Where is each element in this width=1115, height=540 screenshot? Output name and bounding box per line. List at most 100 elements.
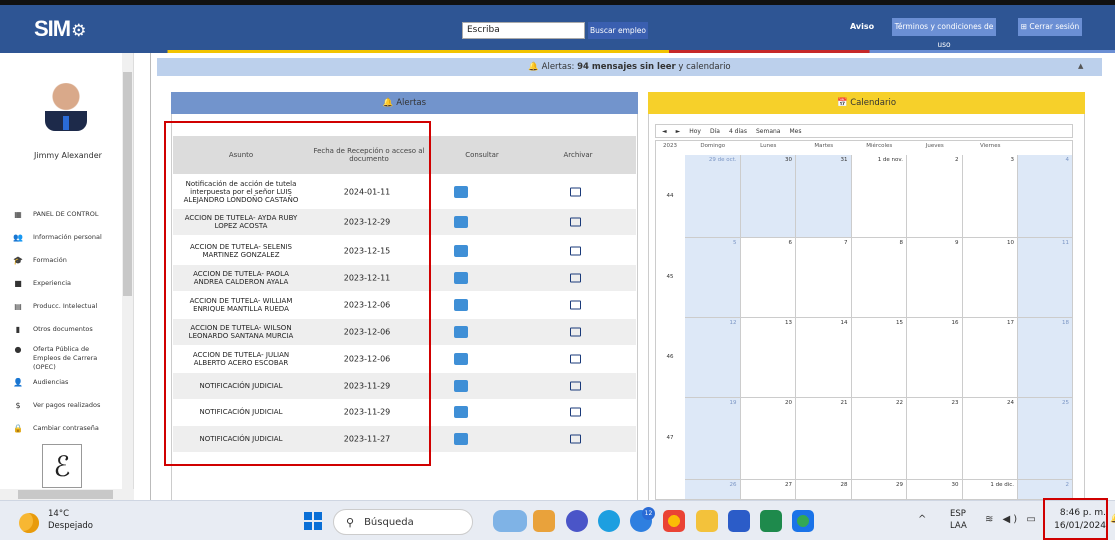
calendar-day-cell[interactable]: 11 [1018,238,1073,318]
folder-icon[interactable] [570,246,581,256]
calendar-day-cell[interactable]: 15 [851,318,907,398]
search-input[interactable]: Escriba [462,22,585,39]
sidebar-item-opec[interactable]: ● Oferta Pública de Empleos de Carrera (O… [13,345,123,371]
moon-weather-icon[interactable] [19,513,39,533]
folder-icon[interactable] [570,273,581,283]
sidebar-item-documentos[interactable]: ▮ Otros documentos [13,322,123,336]
calendar-day-cell[interactable]: 22 [851,398,907,480]
sidebar-item-produccion[interactable]: ▤ Producc. Intelectual [13,299,123,313]
weather-condition[interactable]: Despejado [48,521,93,531]
four-days-view-button[interactable]: 4 días [729,128,747,135]
sim-logo[interactable]: SIM⚙ [34,16,86,42]
sidebar-scroll-thumb[interactable] [123,72,132,296]
sidebar-item-experiencia[interactable]: ■ Experiencia [13,276,123,290]
calendar-day-cell[interactable]: 1 de nov. [851,155,907,238]
calendar-day-cell[interactable]: 6 [740,238,796,318]
calendar-day-cell[interactable]: 7 [796,238,852,318]
open-envelope-icon[interactable] [454,186,468,198]
windows-start-icon[interactable] [304,512,322,530]
calendar-day-cell[interactable]: 30 [740,155,796,238]
calendar-day-cell[interactable]: 24 [962,398,1018,480]
calendar-day-cell[interactable]: 5 [685,238,741,318]
edge-icon[interactable] [598,510,620,532]
calendar-day-cell[interactable]: 19 [685,398,741,480]
notifications-icon[interactable]: 🔔 [1110,514,1115,524]
sidebar-item-pagos[interactable]: $ Ver pagos realizados [13,398,123,412]
next-button[interactable]: ► [676,128,681,135]
word-icon[interactable] [728,510,750,532]
open-envelope-icon[interactable] [454,216,468,228]
folder-icon[interactable] [570,327,581,337]
calendar-day-cell[interactable]: 2 [907,155,963,238]
calendar-day-cell[interactable]: 20 [740,398,796,480]
meet-icon[interactable] [566,510,588,532]
folder-icon[interactable] [570,381,581,391]
open-envelope-icon[interactable] [454,353,468,365]
calendar-day-cell[interactable]: 31 [796,155,852,238]
today-button[interactable]: Hoy [689,128,701,135]
sidebar-item-formacion[interactable]: 🎓 Formación [13,253,123,267]
week-view-button[interactable]: Semana [756,128,781,135]
search-jobs-button[interactable]: Buscar empleo [588,22,648,39]
terms-button[interactable]: Términos y condiciones de uso [892,18,996,49]
store-icon[interactable] [533,510,555,532]
file-explorer-icon[interactable] [696,510,718,532]
calendar-day-cell[interactable]: 27 [740,480,796,500]
open-envelope-icon[interactable] [454,299,468,311]
calendar-day-cell[interactable]: 26 [685,480,741,500]
chrome-icon[interactable] [663,510,685,532]
calendar-day-cell[interactable]: 12 [685,318,741,398]
day-view-button[interactable]: Día [710,128,720,135]
calendar-day-cell[interactable]: 23 [907,398,963,480]
widgets-icon[interactable] [493,510,527,532]
tray-caret-icon[interactable]: ^ [918,514,926,525]
calendar-day-cell[interactable]: 16 [907,318,963,398]
calendar-day-cell[interactable]: 18 [1018,318,1073,398]
open-envelope-icon[interactable] [454,380,468,392]
open-envelope-icon[interactable] [454,272,468,284]
folder-icon[interactable] [570,187,581,197]
aviso-link[interactable]: Aviso [850,22,874,31]
horizontal-scroll-thumb[interactable] [18,490,113,499]
sidebar-item-panel[interactable]: ▦ PANEL DE CONTROL [13,207,123,221]
alerts-summary-bar[interactable]: 🔔 Alertas: 94 mensajes sin leer y calend… [157,58,1102,76]
temperature[interactable]: 14°C [48,509,69,519]
calendar-day-cell[interactable]: 14 [796,318,852,398]
calendar-day-cell[interactable]: 10 [962,238,1018,318]
month-view-button[interactable]: Mes [789,128,801,135]
keyboard-layout[interactable]: LAA [950,521,967,531]
calendar-day-cell[interactable]: 2 [1018,480,1073,500]
wifi-sound-battery-icon[interactable]: ≋ ◀) ▭ [985,514,1039,525]
prev-button[interactable]: ◄ [662,128,667,135]
calendar-day-cell[interactable]: 4 [1018,155,1073,238]
calendar-day-cell[interactable]: 30 [907,480,963,500]
open-envelope-icon[interactable] [454,406,468,418]
collapse-caret-icon[interactable]: ▲ [1078,62,1083,70]
calendar-day-cell[interactable]: 1 de dic. [962,480,1018,500]
calendar-day-cell[interactable]: 28 [796,480,852,500]
logout-button[interactable]: ⊞ Cerrar sesión [1018,18,1082,36]
folder-icon[interactable] [570,217,581,227]
language[interactable]: ESP [950,509,966,519]
calendar-day-cell[interactable]: 21 [796,398,852,480]
calendar-day-cell[interactable]: 13 [740,318,796,398]
folder-icon[interactable] [570,434,581,444]
taskbar-search[interactable]: ⚲ Búsqueda [333,509,473,535]
folder-icon[interactable] [570,407,581,417]
calendar-day-cell[interactable]: 29 [851,480,907,500]
calendar-day-cell[interactable]: 25 [1018,398,1073,480]
open-envelope-icon[interactable] [454,326,468,338]
calendar-day-cell[interactable]: 9 [907,238,963,318]
sidebar-item-password[interactable]: 🔒 Cambiar contraseña [13,421,123,435]
folder-icon[interactable] [570,300,581,310]
excel-icon[interactable] [760,510,782,532]
calendar-day-cell[interactable]: 17 [962,318,1018,398]
sidebar-item-personal[interactable]: 👥 Información personal [13,230,123,244]
calendar-day-cell[interactable]: 29 de oct. [685,155,741,238]
calendar-day-cell[interactable]: 8 [851,238,907,318]
sidebar-item-audiencias[interactable]: 👤 Audiencias [13,375,123,389]
calendar-day-cell[interactable]: 3 [962,155,1018,238]
open-envelope-icon[interactable] [454,245,468,257]
folder-icon[interactable] [570,354,581,364]
chrome-profile-icon[interactable] [792,510,814,532]
